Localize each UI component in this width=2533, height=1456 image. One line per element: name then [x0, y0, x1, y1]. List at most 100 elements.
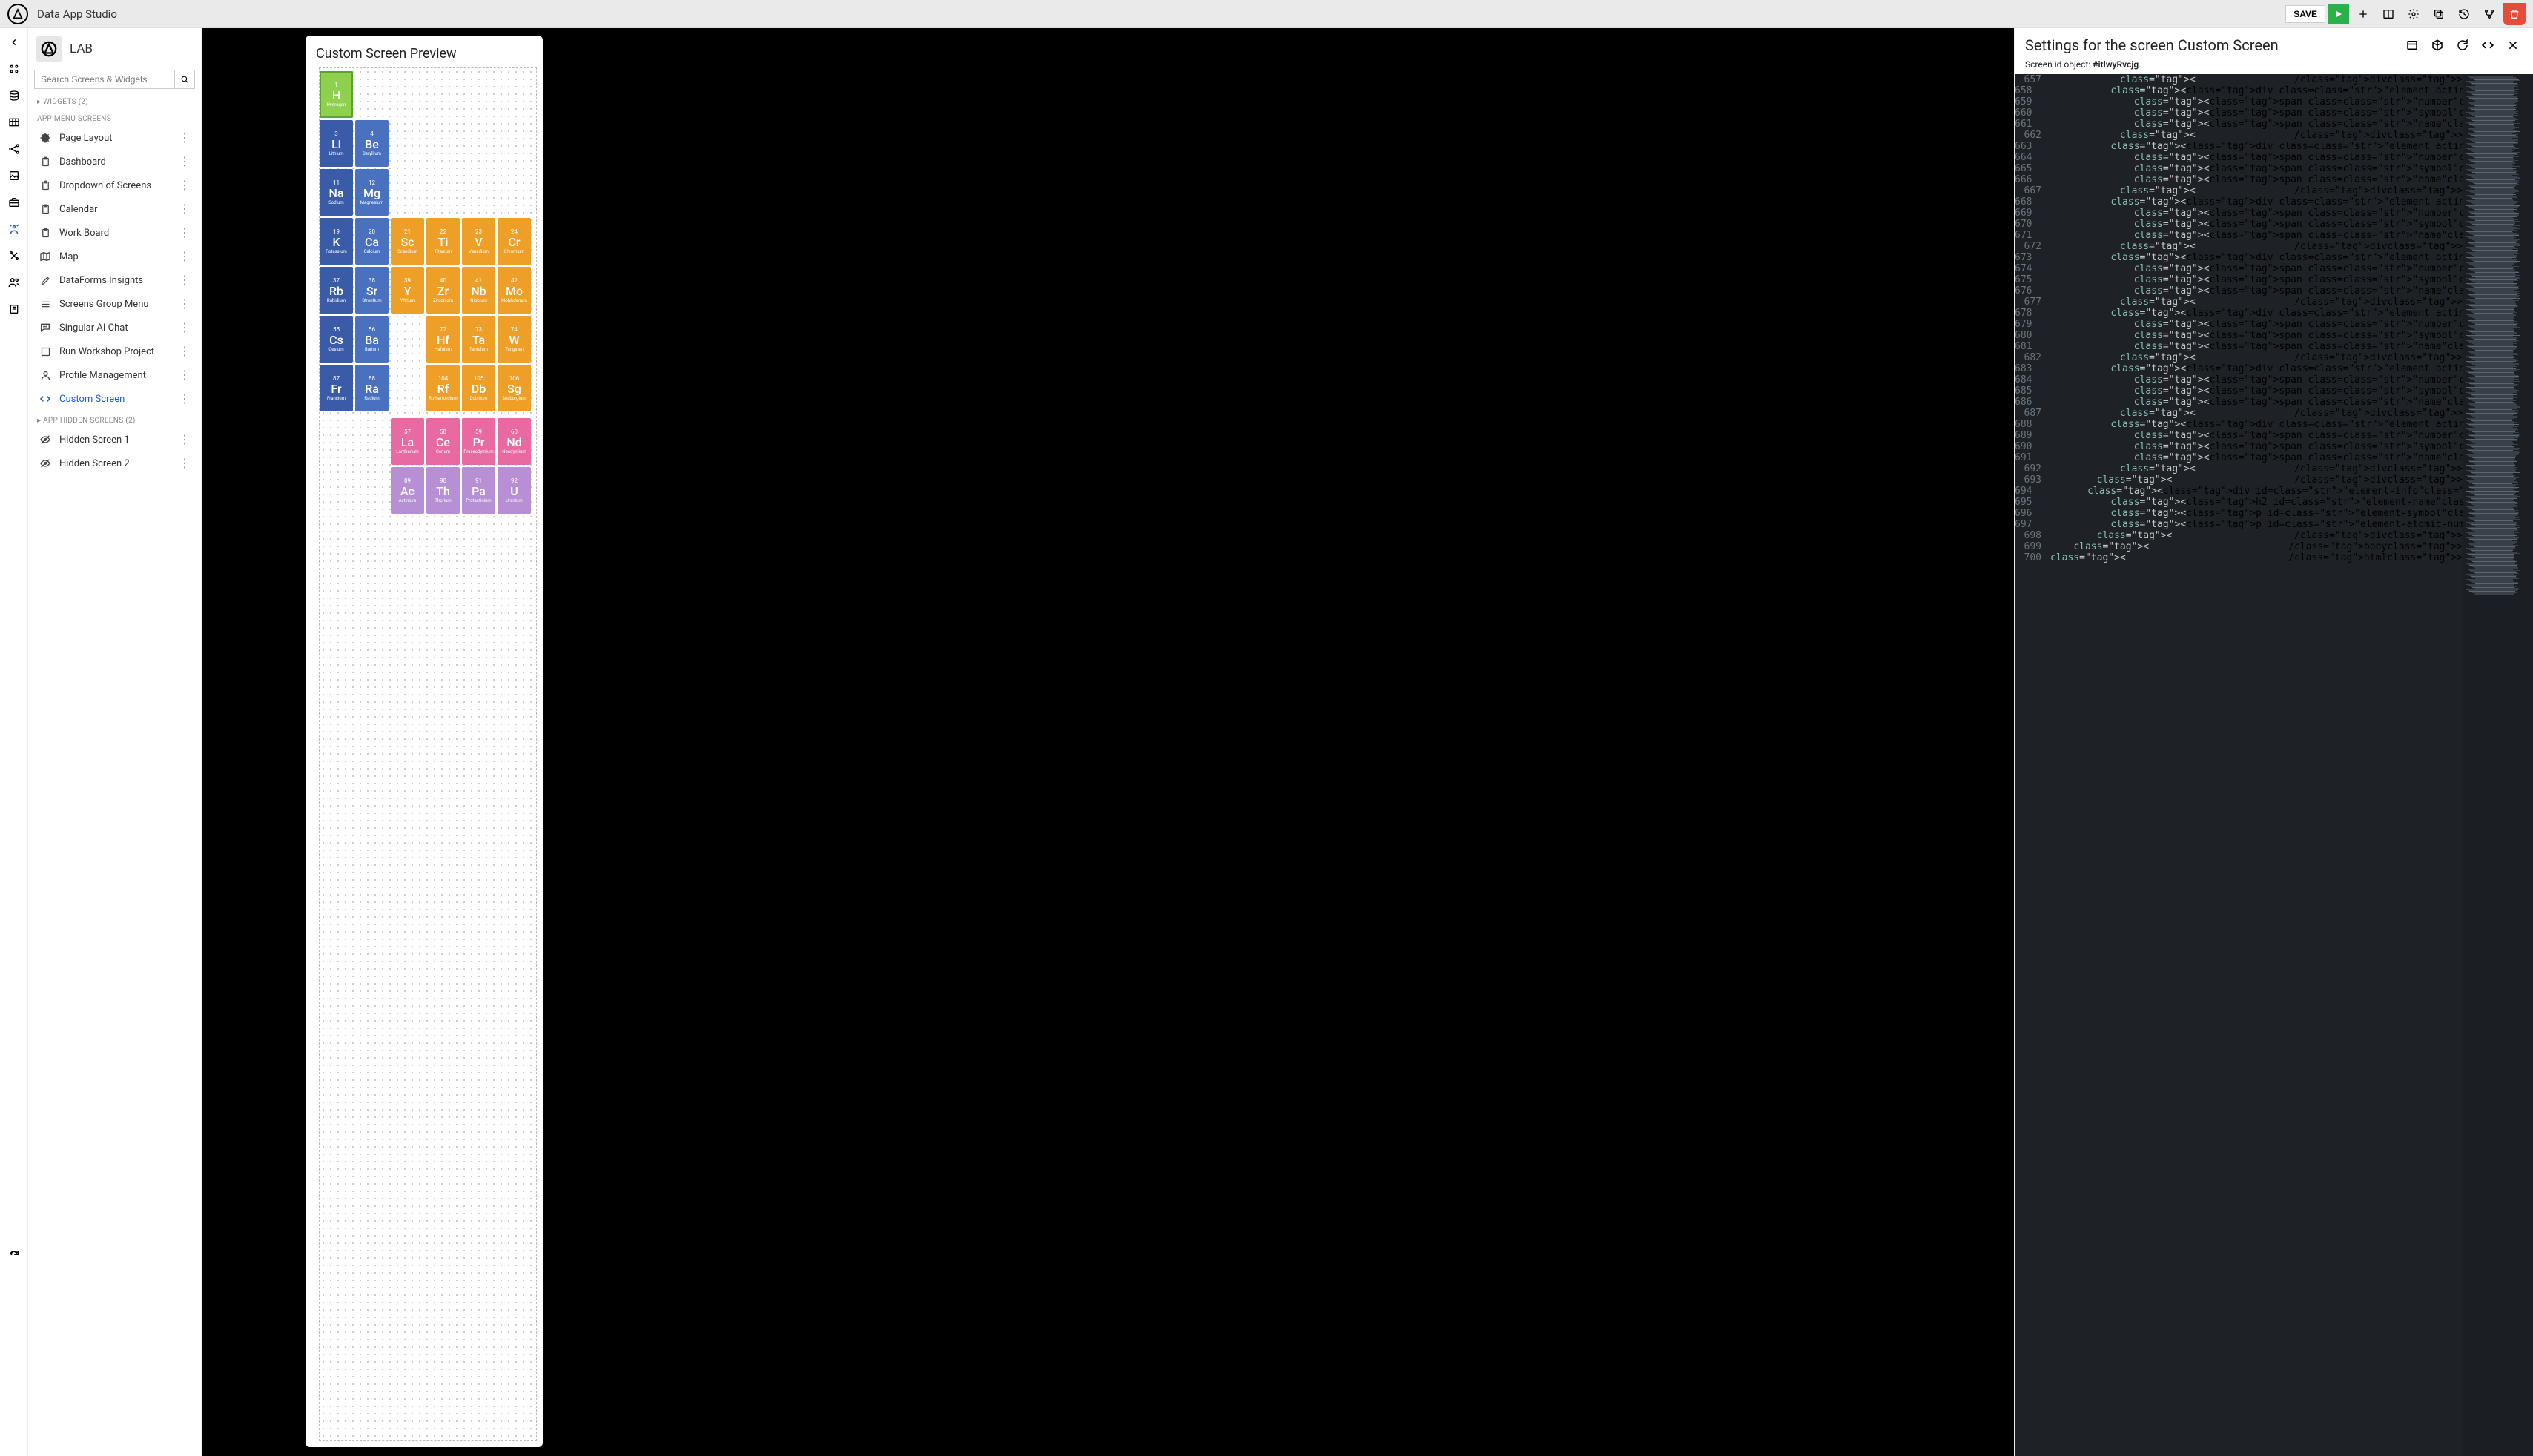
refresh-icon[interactable]: [6, 1247, 22, 1263]
code-line[interactable]: 682 class="tag"></class="tag">divclass="…: [2015, 352, 2463, 363]
code-line[interactable]: 678 class="tag"><class="tag">div class=c…: [2015, 308, 2463, 319]
element-tile[interactable]: 41NbNiobium: [462, 267, 495, 314]
history-button[interactable]: [2453, 3, 2475, 25]
element-tile[interactable]: 59PrPraseodymium: [462, 418, 495, 465]
code-line[interactable]: 658 class="tag"><class="tag">div class=c…: [2015, 85, 2463, 96]
code-line[interactable]: 665 class="tag"><class="tag">span class=…: [2015, 163, 2463, 174]
code-line[interactable]: 671 class="tag"><class="tag">span class=…: [2015, 230, 2463, 241]
code-line[interactable]: 667 class="tag"></class="tag">divclass="…: [2015, 185, 2463, 196]
element-tile[interactable]: 20CaCalcium: [355, 218, 389, 265]
sidebar-item[interactable]: Hidden Screen 1 ⋮: [28, 428, 201, 451]
code-line[interactable]: 677 class="tag"></class="tag">divclass="…: [2015, 297, 2463, 308]
sidebar-item[interactable]: Page Layout ⋮: [28, 126, 201, 150]
element-tile[interactable]: 105DbDubnium: [462, 365, 495, 411]
element-tile[interactable]: 74WTungsten: [498, 316, 531, 363]
element-tile[interactable]: 55CsCesium: [320, 316, 353, 363]
code-line[interactable]: 673 class="tag"><class="tag">div class=c…: [2015, 252, 2463, 263]
connections-icon[interactable]: [6, 141, 22, 157]
code-line[interactable]: 668 class="tag"><class="tag">div class=c…: [2015, 196, 2463, 208]
more-icon[interactable]: ⋮: [176, 393, 194, 405]
settings-button[interactable]: [2402, 3, 2425, 25]
code-line[interactable]: 676 class="tag"><class="tag">span class=…: [2015, 285, 2463, 297]
delete-button[interactable]: [2503, 3, 2526, 25]
element-tile[interactable]: 38SrStrontium: [355, 267, 389, 314]
code-line[interactable]: 675 class="tag"><class="tag">span class=…: [2015, 274, 2463, 285]
save-button[interactable]: SAVE: [2285, 5, 2325, 23]
tools-icon[interactable]: [6, 248, 22, 264]
more-icon[interactable]: ⋮: [176, 345, 194, 357]
run-button[interactable]: [2328, 4, 2349, 24]
toolbox-icon[interactable]: [6, 194, 22, 211]
element-tile[interactable]: 92UUranium: [498, 467, 531, 514]
code-line[interactable]: 674 class="tag"><class="tag">span class=…: [2015, 263, 2463, 274]
more-icon[interactable]: ⋮: [176, 434, 194, 446]
code-line[interactable]: 700class="tag"></class="tag">htmlclass="…: [2015, 552, 2463, 563]
more-icon[interactable]: ⋮: [176, 369, 194, 381]
element-tile[interactable]: 106SgSeaborgium: [498, 365, 531, 411]
element-tile[interactable]: 56BaBarium: [355, 316, 389, 363]
table-icon[interactable]: [6, 114, 22, 130]
code-line[interactable]: 684 class="tag"><class="tag">span class=…: [2015, 374, 2463, 385]
element-tile[interactable]: 23VVanadium: [462, 218, 495, 265]
element-tile[interactable]: 58CeCerium: [426, 418, 460, 465]
element-tile[interactable]: 39YYttrium: [391, 267, 424, 314]
code-line[interactable]: 687 class="tag"></class="tag">divclass="…: [2015, 408, 2463, 419]
element-tile[interactable]: 24CrChromium: [498, 218, 531, 265]
add-button[interactable]: [2352, 3, 2374, 25]
sidebar-item[interactable]: Work Board ⋮: [28, 221, 201, 245]
code-line[interactable]: 683 class="tag"><class="tag">div class=c…: [2015, 363, 2463, 374]
element-tile[interactable]: 73TaTantalum: [462, 316, 495, 363]
code-line[interactable]: 695 class="tag"><class="tag">h2 id=class…: [2015, 497, 2463, 508]
code-line[interactable]: 661 class="tag"><class="tag">span class=…: [2015, 119, 2463, 130]
search-button[interactable]: [174, 70, 195, 89]
code-line[interactable]: 690 class="tag"><class="tag">span class=…: [2015, 441, 2463, 452]
database-icon[interactable]: [6, 87, 22, 104]
code-line[interactable]: 686 class="tag"><class="tag">span class=…: [2015, 397, 2463, 408]
sidebar-item[interactable]: Profile Management ⋮: [28, 363, 201, 387]
screen-info-icon[interactable]: [2402, 36, 2422, 55]
collapse-icon[interactable]: [6, 34, 22, 50]
copy-button[interactable]: [2428, 3, 2450, 25]
more-icon[interactable]: ⋮: [176, 274, 194, 286]
code-line[interactable]: 691 class="tag"><class="tag">span class=…: [2015, 452, 2463, 463]
widgets-icon[interactable]: [6, 61, 22, 77]
code-line[interactable]: 657 class="tag"></class="tag">divclass="…: [2015, 74, 2463, 85]
code-line[interactable]: 694 class="tag"><class="tag">div id=clas…: [2015, 486, 2463, 497]
close-icon[interactable]: [2503, 36, 2523, 55]
code-line[interactable]: 698 class="tag"></class="tag">divclass="…: [2015, 530, 2463, 541]
code-line[interactable]: 697 class="tag"><class="tag">p id=class=…: [2015, 519, 2463, 530]
panel-toggle-button[interactable]: [2377, 3, 2400, 25]
element-tile[interactable]: 91PaProtactinium: [462, 467, 495, 514]
code-line[interactable]: 670 class="tag"><class="tag">span class=…: [2015, 219, 2463, 230]
more-icon[interactable]: ⋮: [176, 179, 194, 191]
code-line[interactable]: 699 class="tag"></class="tag">bodyclass=…: [2015, 541, 2463, 552]
element-tile[interactable]: 12MgMagnesium: [355, 169, 389, 216]
more-icon[interactable]: ⋮: [176, 203, 194, 215]
image-icon[interactable]: [6, 168, 22, 184]
code-line[interactable]: 696 class="tag"><class="tag">p id=class=…: [2015, 508, 2463, 519]
more-icon[interactable]: ⋮: [176, 251, 194, 262]
element-tile[interactable]: 72HfHafnium: [426, 316, 460, 363]
users-icon[interactable]: [6, 274, 22, 291]
branch-button[interactable]: [2478, 3, 2500, 25]
code-line[interactable]: 681 class="tag"><class="tag">span class=…: [2015, 341, 2463, 352]
sidebar-item[interactable]: Run Workshop Project ⋮: [28, 340, 201, 363]
code-line[interactable]: 663 class="tag"><class="tag">div class=c…: [2015, 141, 2463, 152]
code-line[interactable]: 689 class="tag"><class="tag">span class=…: [2015, 430, 2463, 441]
code-icon[interactable]: [2478, 36, 2497, 55]
code-line[interactable]: 660 class="tag"><class="tag">span class=…: [2015, 107, 2463, 119]
element-tile[interactable]: 57LaLanthanum: [391, 418, 424, 465]
element-tile[interactable]: 4BeBeryllium: [355, 120, 389, 167]
code-line[interactable]: 680 class="tag"><class="tag">span class=…: [2015, 330, 2463, 341]
sidebar-item[interactable]: Dropdown of Screens ⋮: [28, 173, 201, 197]
sidebar-item[interactable]: DataForms Insights ⋮: [28, 268, 201, 292]
element-tile[interactable]: 37RbRubidium: [320, 267, 353, 314]
canvas[interactable]: Custom Screen Preview 1HHydrogen3LiLithi…: [202, 28, 2014, 1456]
sidebar-item[interactable]: Dashboard ⋮: [28, 150, 201, 173]
element-tile[interactable]: 40ZrZirconium: [426, 267, 460, 314]
element-tile[interactable]: 1HHydrogen: [320, 71, 353, 118]
element-tile[interactable]: 11NaSodium: [320, 169, 353, 216]
code-line[interactable]: 669 class="tag"><class="tag">span class=…: [2015, 208, 2463, 219]
code-editor[interactable]: 657 class="tag"></class="tag">divclass="…: [2015, 74, 2533, 1456]
preview-card[interactable]: Custom Screen Preview 1HHydrogen3LiLithi…: [306, 36, 543, 1447]
